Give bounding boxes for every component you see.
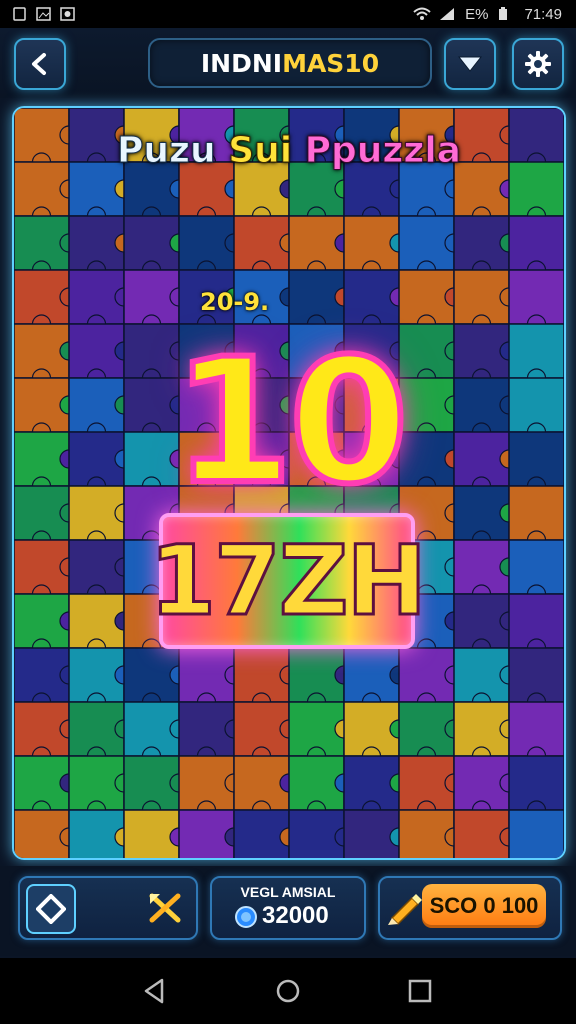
photo-icon: [60, 7, 76, 21]
crossed-tools-icon[interactable]: [148, 892, 184, 924]
status-bar: E% 71:49: [0, 0, 576, 28]
bottom-hud: VEGL AMSIAL 32000 SCO 0 100: [0, 866, 576, 956]
level-title-part1: INDNI: [200, 48, 283, 78]
board-title: Puzu Sui Ppuzzla: [14, 130, 564, 172]
triangle-down-icon: [457, 56, 483, 72]
puzzle-word-tile[interactable]: 17ZH: [148, 513, 428, 649]
sub-counter: 20-9.: [200, 288, 270, 316]
system-nav-bar: [0, 958, 576, 1024]
sim-icon: [12, 7, 28, 21]
settings-button[interactable]: [512, 38, 564, 90]
board-title-part1: Puzu: [117, 130, 217, 172]
diamond-icon: [36, 894, 66, 924]
hint-card[interactable]: [18, 876, 198, 940]
level-number: 10: [170, 321, 411, 522]
gear-icon: [525, 51, 551, 77]
score-button[interactable]: SCO 0 100: [422, 884, 546, 928]
top-bar: INDNI MAS10: [0, 28, 576, 98]
puzzle-board[interactable]: Puzu Sui Ppuzzla 20-9. 10 17ZH: [12, 106, 566, 860]
coin-icon: [235, 906, 257, 928]
battery-icon: [498, 7, 514, 21]
coins-label: VEGL AMSIAL: [240, 884, 336, 900]
chevron-left-icon: [32, 53, 46, 75]
score-card[interactable]: SCO 0 100: [378, 876, 562, 940]
home-circle-icon[interactable]: [273, 976, 303, 1006]
signal-icon: [439, 7, 455, 21]
coins-value: 32000: [262, 902, 329, 929]
board-title-part3: Ppuzzla: [304, 130, 461, 172]
pencil-icon: [388, 894, 422, 926]
hint-button[interactable]: [26, 884, 76, 934]
coins-card: VEGL AMSIAL 32000: [210, 876, 366, 940]
board-title-part2: Sui: [228, 130, 293, 172]
clock: 71:49: [524, 5, 562, 23]
image-icon: [36, 7, 52, 21]
wifi-icon: [413, 7, 431, 21]
back-button[interactable]: [14, 38, 66, 90]
dropdown-button[interactable]: [444, 38, 496, 90]
recents-square-icon[interactable]: [405, 976, 435, 1006]
level-title: INDNI MAS10: [148, 38, 432, 88]
level-title-part2: MAS10: [282, 48, 380, 78]
back-triangle-icon[interactable]: [140, 976, 170, 1006]
battery-text: E%: [465, 5, 489, 23]
